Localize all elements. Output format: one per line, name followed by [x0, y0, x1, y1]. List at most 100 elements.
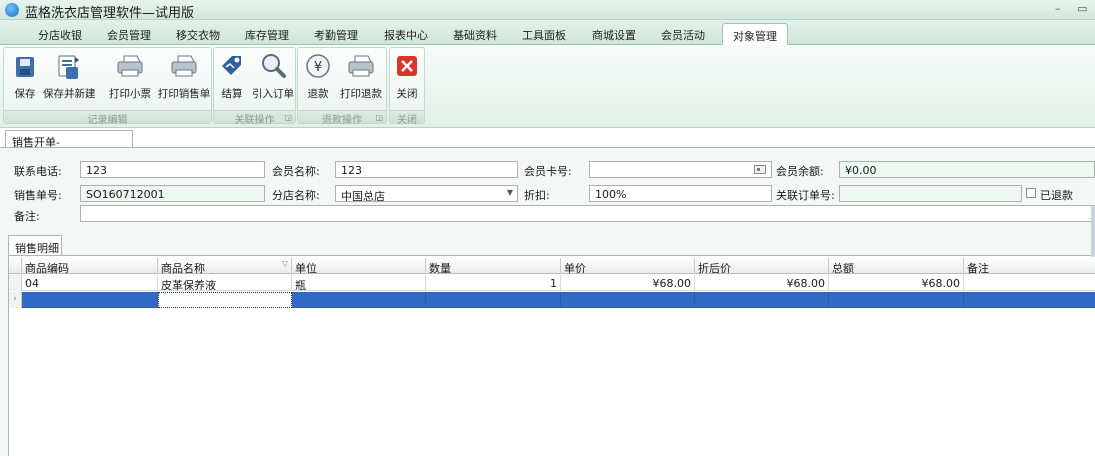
cell-discount-price[interactable]: ¥68.00: [695, 275, 829, 291]
branch-select[interactable]: 中国总店 ▼: [335, 185, 518, 202]
related-order-label: 关联订单号:: [776, 189, 835, 202]
new-cell-price[interactable]: [561, 292, 695, 308]
new-cell-code[interactable]: [22, 292, 158, 308]
new-row[interactable]: ›: [9, 292, 1095, 308]
document-tab[interactable]: 销售开单-SO160712001: [5, 130, 133, 163]
menu-tab-object-management[interactable]: 对象管理: [722, 23, 788, 45]
printer-icon: [115, 51, 145, 83]
new-cell-remark[interactable]: [964, 292, 1095, 308]
cell-quantity[interactable]: 1: [426, 275, 561, 291]
print-receipt-label: 打印小票: [109, 88, 151, 100]
phone-label: 联系电话:: [14, 165, 62, 178]
member-balance-field: ¥0.00: [839, 161, 1095, 178]
new-cell-unit[interactable]: [292, 292, 426, 308]
column-header-unit[interactable]: 单位: [292, 258, 426, 275]
menu-tab-tools[interactable]: 工具面板: [522, 27, 566, 43]
print-receipt-button[interactable]: 打印小票: [109, 51, 151, 109]
filter-icon[interactable]: ▽: [282, 259, 288, 268]
member-balance-label: 会员余额:: [776, 165, 824, 178]
title-bar: 蓝格洗衣店管理软件—试用版 – ▭: [0, 0, 1095, 21]
column-header-total[interactable]: 总额: [829, 258, 964, 275]
ribbon-group-related-ops: 结算 引入订单 关联操作 ◲: [213, 47, 296, 126]
save-new-icon: [56, 51, 82, 83]
discount-label: 折扣:: [524, 189, 550, 202]
print-sales-order-label: 打印销售单: [157, 88, 211, 100]
column-header-quantity[interactable]: 数量: [426, 258, 561, 275]
cell-total[interactable]: ¥68.00: [829, 275, 964, 291]
refunded-checkbox[interactable]: [1026, 188, 1036, 198]
new-cell-name[interactable]: [158, 292, 292, 308]
magnifier-icon: [259, 51, 287, 83]
menu-tab-member-management[interactable]: 会员管理: [107, 27, 151, 43]
member-card-input[interactable]: [589, 161, 772, 178]
refund-label: 退款: [307, 88, 329, 100]
new-row-indicator-icon[interactable]: ›: [9, 292, 22, 308]
menu-tab-attendance[interactable]: 考勤管理: [314, 27, 358, 43]
cell-code[interactable]: 04: [22, 275, 158, 291]
branch-label: 分店名称:: [272, 189, 320, 202]
column-header-discount-price[interactable]: 折后价: [695, 258, 829, 275]
sale-no-label: 销售单号:: [14, 189, 62, 202]
close-button[interactable]: 关闭: [394, 51, 420, 109]
detail-tab[interactable]: 销售明细: [8, 235, 62, 255]
ribbon-group-label: 关闭: [390, 110, 424, 126]
row-indicator-header: [9, 258, 22, 274]
cell-unit[interactable]: 瓶: [292, 275, 426, 291]
dialog-launcher-icon[interactable]: ◲: [375, 113, 383, 122]
menu-bar: 分店收银 会员管理 移交衣物 库存管理 考勤管理 报表中心 基础资料 工具面板 …: [0, 20, 1095, 45]
save-and-new-label: 保存并新建: [43, 88, 96, 100]
ribbon: 保存 保存并新建 打印小票 打印销售单 记录编辑 结算 引入订单 关联操作 ◲ …: [0, 45, 1095, 128]
save-and-new-button[interactable]: 保存并新建: [43, 51, 96, 109]
printer-icon: [169, 51, 199, 83]
cell-price[interactable]: ¥68.00: [561, 275, 695, 291]
ribbon-group-label: 记录编辑: [4, 110, 211, 126]
member-name-input[interactable]: 123: [335, 161, 518, 178]
column-header-name[interactable]: 商品名称 ▽: [158, 258, 292, 275]
discount-input[interactable]: 100%: [589, 185, 772, 202]
menu-tab-member-activities[interactable]: 会员活动: [661, 27, 705, 43]
svg-text:¥: ¥: [314, 60, 322, 75]
save-button[interactable]: 保存: [10, 51, 40, 109]
sale-no-field: SO160712001: [80, 185, 265, 202]
phone-input[interactable]: 123: [80, 161, 265, 178]
print-sales-order-button[interactable]: 打印销售单: [158, 51, 210, 109]
window-title: 蓝格洗衣店管理软件—试用版: [25, 6, 195, 21]
table-row[interactable]: 04 皮革保养液 瓶 1 ¥68.00 ¥68.00 ¥68.00: [9, 275, 1095, 291]
remark-input[interactable]: [80, 205, 1095, 222]
menu-tab-mall-settings[interactable]: 商城设置: [592, 27, 636, 43]
new-cell-discount-price[interactable]: [695, 292, 829, 308]
vertical-scrollbar[interactable]: [1091, 205, 1095, 257]
import-order-label: 引入订单: [252, 88, 294, 100]
new-cell-total[interactable]: [829, 292, 964, 308]
ribbon-group-label: 关联操作: [214, 110, 295, 126]
menu-tab-base-data[interactable]: 基础资料: [453, 27, 497, 43]
ribbon-group-close: 关闭 关闭: [389, 47, 425, 126]
dialog-launcher-icon[interactable]: ◲: [284, 113, 292, 122]
new-cell-quantity[interactable]: [426, 292, 561, 308]
cell-name[interactable]: 皮革保养液: [158, 275, 292, 291]
row-indicator[interactable]: [9, 275, 22, 291]
menu-tab-transfer-clothes[interactable]: 移交衣物: [176, 27, 220, 43]
menu-tab-store-cashier[interactable]: 分店收银: [38, 27, 82, 43]
close-label: 关闭: [396, 88, 418, 100]
minimize-button[interactable]: –: [1055, 2, 1061, 15]
column-header-remark[interactable]: 备注: [964, 258, 1095, 275]
refund-button[interactable]: ¥ 退款: [304, 51, 332, 109]
menu-tab-inventory[interactable]: 库存管理: [245, 27, 289, 43]
related-order-field: [839, 185, 1022, 202]
card-reader-icon[interactable]: [754, 165, 766, 174]
column-header-code[interactable]: 商品编码: [22, 258, 158, 275]
maximize-button[interactable]: ▭: [1077, 2, 1087, 15]
settle-label: 结算: [221, 88, 243, 100]
menu-tab-reports[interactable]: 报表中心: [384, 27, 428, 43]
ribbon-group-refund-ops: ¥ 退款 打印退款 退款操作 ◲: [297, 47, 387, 126]
sales-detail-grid: 商品编码 商品名称 ▽ 单位 数量 单价 折后价 总额 备注 04 皮革保养液 …: [8, 255, 1095, 456]
import-order-button[interactable]: 引入订单: [252, 51, 294, 109]
save-button-label: 保存: [14, 88, 36, 100]
ribbon-group-record-edit: 保存 保存并新建 打印小票 打印销售单 记录编辑: [3, 47, 212, 126]
settle-button[interactable]: 结算: [218, 51, 246, 109]
column-header-price[interactable]: 单价: [561, 258, 695, 275]
print-refund-button[interactable]: 打印退款: [340, 51, 382, 109]
chevron-down-icon[interactable]: ▼: [507, 188, 513, 197]
cell-remark[interactable]: [964, 275, 1095, 291]
